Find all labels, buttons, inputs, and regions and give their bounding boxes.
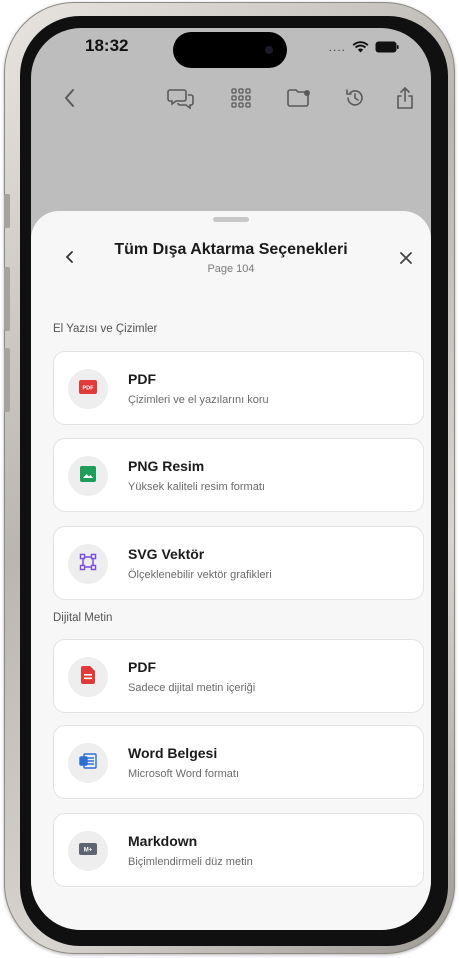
option-icon-circle [68, 544, 108, 584]
pdf-icon-text: PDF [83, 385, 95, 391]
status-indicators: .... [329, 40, 399, 54]
grid-icon[interactable] [227, 84, 255, 112]
close-button[interactable] [393, 247, 419, 273]
option-description: Microsoft Word formatı [128, 768, 240, 780]
export-option-markdown[interactable]: M+ Markdown Biçimlendirmeli düz metin [53, 813, 424, 887]
close-icon [399, 251, 413, 270]
markdown-icon: M+ [79, 842, 97, 860]
battery-icon [375, 41, 399, 53]
document-icon [81, 665, 95, 689]
dynamic-island [173, 32, 287, 68]
folder-settings-icon[interactable] [285, 84, 313, 112]
share-icon[interactable] [391, 84, 419, 112]
option-title: PDF [128, 659, 156, 675]
option-title: PNG Resim [128, 458, 205, 474]
option-description: Yüksek kaliteli resim formatı [128, 481, 265, 493]
action-button [4, 194, 10, 228]
option-title: SVG Vektör [128, 546, 205, 562]
export-option-png[interactable]: PNG Resim Yüksek kaliteli resim formatı [53, 438, 424, 512]
image-icon [80, 465, 96, 487]
option-icon-circle [68, 743, 108, 783]
comments-icon[interactable] [167, 84, 195, 112]
option-icon-circle [68, 657, 108, 697]
sheet-back-button[interactable] [57, 247, 81, 271]
volume-down-button [4, 348, 10, 412]
history-icon[interactable] [341, 84, 369, 112]
back-icon[interactable] [55, 84, 83, 112]
option-icon-circle [68, 456, 108, 496]
option-description: Biçimlendirmeli düz metin [128, 856, 253, 868]
status-bar: 18:32 .... [31, 28, 431, 72]
option-icon-circle: PDF [68, 369, 108, 409]
pdf-icon: PDF [79, 379, 97, 399]
screen: 18:32 .... Tüm Dışa Aktarma Seçenekleri … [31, 28, 431, 930]
export-option-svg[interactable]: SVG Vektör Ölçeklenebilir vektör grafikl… [53, 526, 424, 600]
status-time: 18:32 [85, 36, 129, 55]
export-option-pdf-digital[interactable]: PDF Sadece dijital metin içeriği [53, 639, 424, 713]
option-title: Markdown [128, 833, 198, 849]
section-label-digital: Dijital Metin [53, 612, 113, 624]
option-icon-circle: M+ [68, 831, 108, 871]
sheet-grabber[interactable] [213, 217, 249, 222]
cellular-signal-icon: .... [328, 40, 346, 54]
option-title: Word Belgesi [128, 745, 218, 761]
volume-up-button [4, 267, 10, 331]
export-option-pdf-handwriting[interactable]: PDF PDF Çizimleri ve el yazılarını koru [53, 351, 424, 425]
vector-icon [79, 553, 97, 576]
sheet-subtitle: Page 104 [207, 263, 255, 275]
wifi-icon [352, 41, 369, 53]
toolbar [31, 76, 431, 120]
chevron-left-icon [65, 250, 74, 269]
export-option-word[interactable]: Word Belgesi Microsoft Word formatı [53, 725, 424, 799]
option-description: Çizimleri ve el yazılarını koru [128, 394, 269, 406]
section-label-handwriting: El Yazısı ve Çizimler [53, 323, 158, 335]
word-icon [79, 752, 97, 774]
export-options-sheet: Tüm Dışa Aktarma Seçenekleri Page 104 El… [31, 211, 431, 930]
option-title: PDF [128, 371, 156, 387]
option-description: Sadece dijital metin içeriği [128, 682, 256, 694]
option-description: Ölçeklenebilir vektör grafikleri [128, 569, 272, 581]
markdown-icon-text: M+ [84, 848, 93, 854]
camera-icon [265, 46, 273, 54]
sheet-title: Tüm Dışa Aktarma Seçenekleri [114, 241, 348, 258]
